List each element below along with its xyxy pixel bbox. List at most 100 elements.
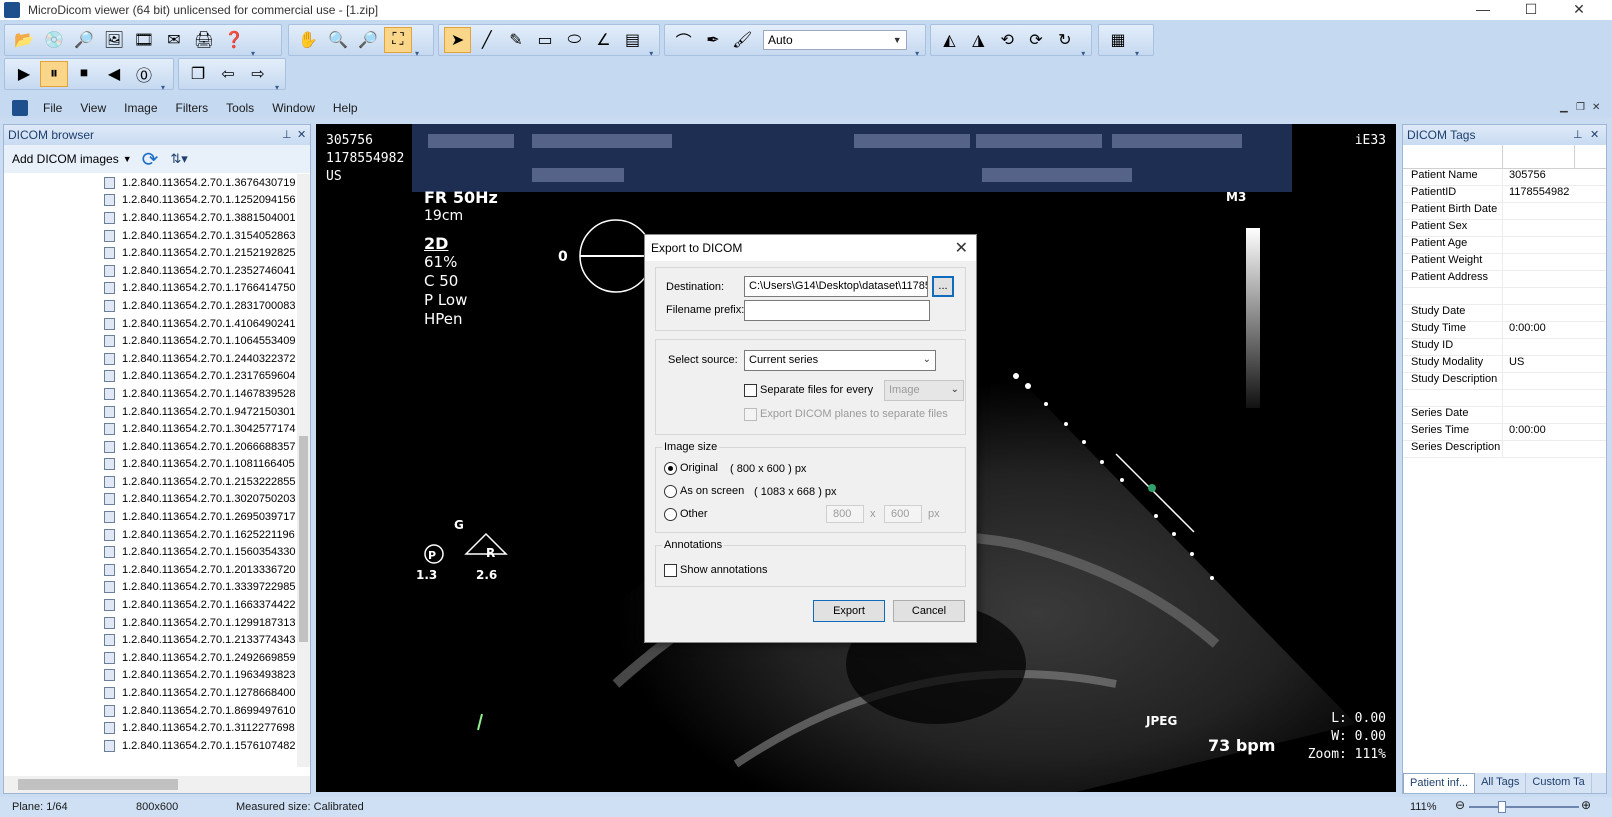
tag-row[interactable]: Series Description	[1403, 441, 1606, 458]
separate-files-checkbox[interactable]	[744, 384, 757, 397]
tree-item[interactable]: 1.2.840.113654.2.70.1.1963493823	[4, 667, 299, 685]
scrollbar-thumb[interactable]	[18, 779, 178, 790]
menu-filters[interactable]: Filters	[167, 101, 218, 115]
tree-item[interactable]: 1.2.840.113654.2.70.1.1278668400	[4, 684, 299, 702]
tag-row[interactable]: Patient Name 305756	[1403, 169, 1606, 186]
other-height-input[interactable]: 600	[884, 505, 922, 523]
play-icon[interactable]: ▶	[10, 61, 38, 87]
tag-row[interactable]: Study Date	[1403, 305, 1606, 322]
tag-row[interactable]: PatientID 1178554982	[1403, 186, 1606, 203]
destination-input[interactable]: C:\Users\G14\Desktop\dataset\1178554982	[744, 276, 928, 297]
tree-item[interactable]: 1.2.840.113654.2.70.1.1299187313	[4, 614, 299, 632]
browse-button[interactable]: ...	[932, 276, 954, 297]
tree-item[interactable]: 1.2.840.113654.2.70.1.1766414750	[4, 280, 299, 298]
minimize-button[interactable]: —	[1460, 0, 1506, 20]
on-screen-radio[interactable]	[664, 485, 677, 498]
export-button[interactable]: Export	[813, 600, 885, 622]
export-movie-icon[interactable]: 🎞	[130, 27, 158, 53]
tree-item[interactable]: 1.2.840.113654.2.70.1.9472150301	[4, 403, 299, 421]
tree-item[interactable]: 1.2.840.113654.2.70.1.3676430719	[4, 174, 299, 192]
pin-icon[interactable]: ⊥	[282, 128, 292, 141]
export-planes-checkbox[interactable]	[744, 408, 757, 421]
export-image-icon[interactable]: 🖼	[100, 27, 128, 53]
freehand-tool-icon[interactable]: ✎	[502, 27, 529, 53]
tree-item[interactable]: 1.2.840.113654.2.70.1.1081166405	[4, 456, 299, 474]
tree-item[interactable]: 1.2.840.113654.2.70.1.2133774343	[4, 631, 299, 649]
tag-row[interactable]: Patient Address	[1403, 271, 1606, 288]
maximize-button[interactable]: ☐	[1508, 0, 1554, 20]
fit-to-window-icon[interactable]: ⛶	[384, 27, 412, 53]
tree-item[interactable]: 1.2.840.113654.2.70.1.2066688357	[4, 438, 299, 456]
tag-row[interactable]: Patient Weight	[1403, 254, 1606, 271]
window-level-icon[interactable]: 🖌	[729, 27, 756, 53]
ellipse-tool-icon[interactable]: ⬭	[561, 27, 588, 53]
tree-item[interactable]: 1.2.840.113654.2.70.1.2831700083	[4, 297, 299, 315]
stop-icon[interactable]: ⏹	[70, 61, 98, 87]
tree-item[interactable]: 1.2.840.113654.2.70.1.4106490241	[4, 315, 299, 333]
open-folder-icon[interactable]: 📂	[10, 27, 38, 53]
pen-icon[interactable]: ✒	[699, 27, 726, 53]
open-cd-icon[interactable]: 💿	[40, 27, 68, 53]
mdi-restore-icon[interactable]: ❐	[1576, 102, 1585, 113]
menu-tools[interactable]: Tools	[217, 101, 263, 115]
previous-icon[interactable]: ◀	[100, 61, 128, 87]
email-icon[interactable]: ✉	[160, 27, 188, 53]
chevron-down-icon[interactable]: ▾	[649, 49, 655, 58]
tree-item[interactable]: 1.2.840.113654.2.70.1.2440322372	[4, 350, 299, 368]
chevron-down-icon[interactable]: ▾	[415, 49, 421, 58]
tag-row[interactable]: Study Modality US	[1403, 356, 1606, 373]
tree-item[interactable]: 1.2.840.113654.2.70.1.2013336720	[4, 561, 299, 579]
tree-item[interactable]: 1.2.840.113654.2.70.1.2492669859	[4, 649, 299, 667]
mdi-close-icon[interactable]: ✕	[1592, 102, 1600, 113]
copy-icon[interactable]: ❐	[184, 61, 212, 87]
pause-icon[interactable]: ⏸	[40, 61, 68, 87]
tree-item[interactable]: 1.2.840.113654.2.70.1.1576107482	[4, 737, 299, 755]
tree-item[interactable]: 1.2.840.113654.2.70.1.1560354330	[4, 543, 299, 561]
refresh-icon[interactable]: ⟳	[142, 147, 159, 172]
menu-window[interactable]: Window	[263, 101, 324, 115]
zoom-icon[interactable]: 🔍	[324, 27, 352, 53]
pan-hand-icon[interactable]: ✋	[294, 27, 322, 53]
tab-all-tags[interactable]: All Tags	[1475, 773, 1527, 793]
zoom-slider-knob[interactable]	[1498, 801, 1507, 813]
tags-column-value[interactable]	[1503, 145, 1575, 168]
tree-item[interactable]: 1.2.840.113654.2.70.1.3020750203	[4, 491, 299, 509]
back-arrow-icon[interactable]: ⇦	[214, 61, 242, 87]
select-pointer-icon[interactable]: ➤	[444, 27, 472, 53]
tree-item[interactable]: 1.2.840.113654.2.70.1.1467839528	[4, 385, 299, 403]
text-tool-icon[interactable]: ▤	[619, 27, 646, 53]
zoom-out-icon[interactable]: ⊖	[1455, 798, 1465, 812]
cancel-button[interactable]: Cancel	[893, 600, 965, 622]
separate-files-dropdown[interactable]: Image ⌄	[884, 380, 964, 401]
tree-item[interactable]: 1.2.840.113654.2.70.1.3154052863	[4, 227, 299, 245]
reset-rotation-icon[interactable]: ↻	[1051, 27, 1078, 53]
close-window-button[interactable]: ✕	[1556, 0, 1602, 20]
tag-row[interactable]: Series Date	[1403, 407, 1606, 424]
tab-custom-tags[interactable]: Custom Ta	[1526, 773, 1592, 793]
menu-view[interactable]: View	[71, 101, 115, 115]
tag-row[interactable]: Series Time 0:00:00	[1403, 424, 1606, 441]
tag-row[interactable]: Study Description	[1403, 373, 1606, 390]
rotate-right-icon[interactable]: ⟳	[1023, 27, 1050, 53]
app-menu-icon[interactable]	[12, 100, 28, 116]
tree-item[interactable]: 1.2.840.113654.2.70.1.1625221196	[4, 526, 299, 544]
window-level-select[interactable]: Auto ▼	[762, 30, 908, 50]
tree-item[interactable]: 1.2.840.113654.2.70.1.2317659604	[4, 368, 299, 386]
zoom-in-icon[interactable]: ⊕	[1581, 798, 1591, 812]
chevron-down-icon[interactable]: ▼	[123, 154, 132, 164]
scan-folder-icon[interactable]: 🔎	[70, 27, 98, 53]
mdi-minimize-icon[interactable]: ▁	[1560, 102, 1568, 113]
tree-item[interactable]: 1.2.840.113654.2.70.1.1064553409	[4, 332, 299, 350]
zoom-slider[interactable]: ⊖ ⊕	[1455, 798, 1595, 813]
tree-item[interactable]: 1.2.840.113654.2.70.1.3042577174	[4, 420, 299, 438]
chevron-down-icon[interactable]: ▾	[1135, 49, 1141, 58]
tag-row[interactable]: Study ID	[1403, 339, 1606, 356]
forward-arrow-icon[interactable]: ⇨	[244, 61, 272, 87]
other-radio[interactable]	[664, 508, 677, 521]
tag-row[interactable]: Patient Birth Date	[1403, 203, 1606, 220]
zoom-slider-track[interactable]	[1469, 806, 1579, 808]
measurement-marker[interactable]	[1148, 484, 1156, 492]
print-icon[interactable]: 🖨	[190, 27, 218, 53]
line-tool-icon[interactable]: ╱	[473, 27, 500, 53]
sort-icon[interactable]: ⇅▾	[170, 151, 187, 167]
